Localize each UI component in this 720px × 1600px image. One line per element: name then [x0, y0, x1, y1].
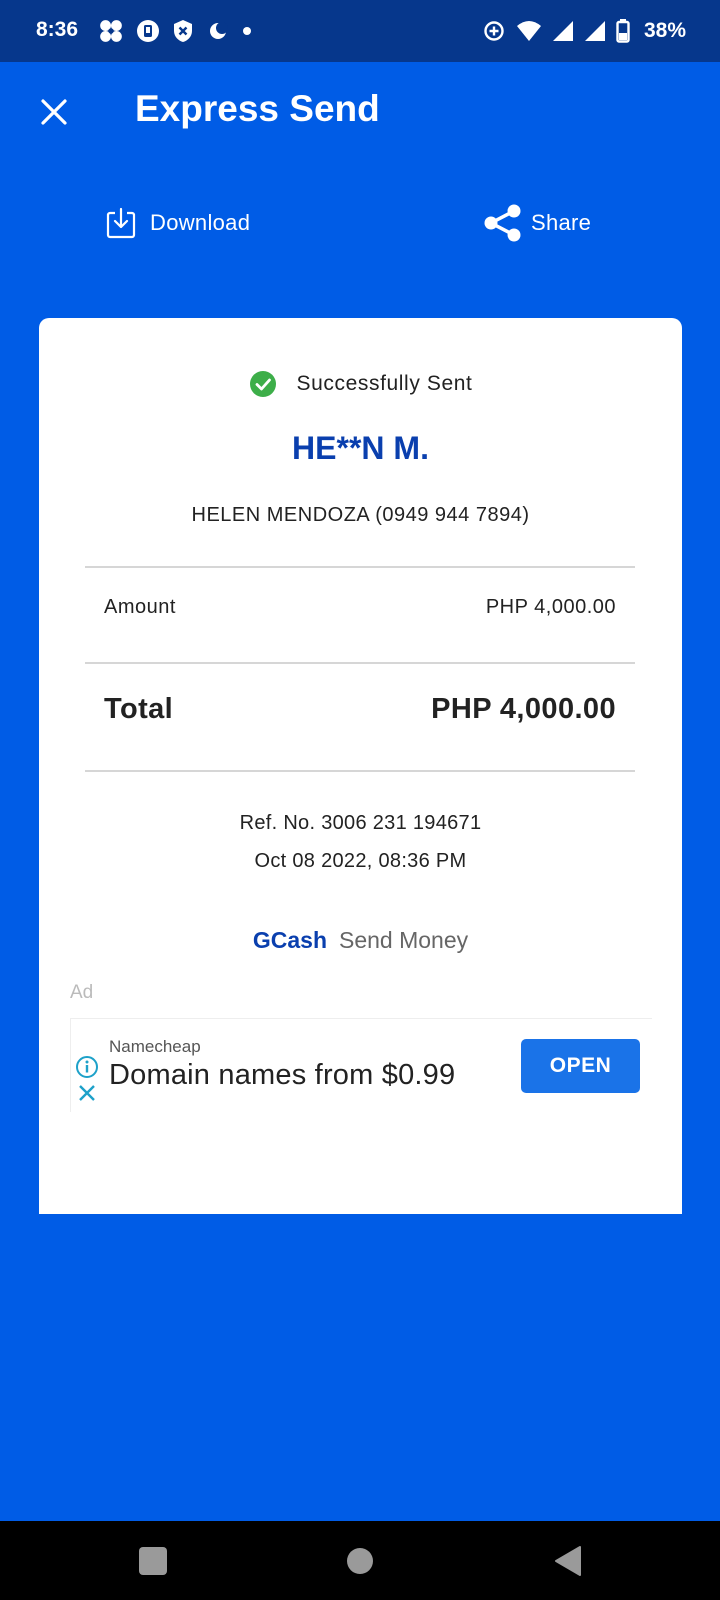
dot-icon — [243, 27, 251, 35]
battery-percent: 38% — [643, 19, 686, 42]
ad-label: Ad — [70, 982, 94, 1003]
back-icon — [555, 1545, 581, 1576]
receipt-actions: Download Share — [0, 198, 720, 248]
wifi-icon — [516, 21, 541, 41]
download-icon — [106, 207, 136, 239]
close-icon — [41, 99, 67, 125]
recents-icon — [139, 1546, 167, 1575]
info-icon[interactable] — [75, 1055, 99, 1079]
home-button[interactable] — [320, 1521, 400, 1600]
receipt-torn-edge — [39, 1198, 682, 1208]
receipt-card: Successfully Sent HE**N M. HELEN MENDOZA… — [39, 318, 682, 1214]
signal-icon — [552, 21, 573, 41]
check-circle-icon — [249, 371, 276, 397]
battery-icon — [616, 19, 630, 43]
fan-icon — [100, 20, 122, 42]
signal-2-icon — [584, 21, 605, 41]
divider — [85, 770, 635, 772]
notification-icons — [98, 18, 252, 44]
status-time: 8:36 — [36, 18, 79, 41]
service-brand: GCash Send Money — [39, 927, 682, 954]
recents-button[interactable] — [113, 1521, 193, 1600]
ad-close-icon[interactable] — [77, 1083, 97, 1103]
amount-label: Amount — [104, 596, 176, 618]
divider — [85, 566, 635, 568]
service-name: Send Money — [339, 927, 469, 953]
total-label: Total — [104, 693, 174, 725]
ad-open-button[interactable]: OPEN — [521, 1039, 640, 1093]
recipient-masked-name: HE**N M. — [292, 430, 429, 466]
home-icon — [347, 1547, 373, 1574]
shield-icon — [174, 20, 192, 42]
close-button[interactable] — [34, 92, 74, 132]
recipient-details: HELEN MENDOZA (0949 944 7894) — [191, 504, 530, 526]
navigation-bar — [0, 1521, 720, 1600]
divider — [85, 662, 635, 664]
ad-headline[interactable]: Domain names from $0.99 — [109, 1059, 455, 1092]
amount-value: PHP 4,000.00 — [485, 596, 616, 618]
moon-notification-icon — [210, 22, 228, 39]
app-notification-icon — [137, 20, 159, 42]
download-label: Download — [150, 210, 251, 235]
reference-number: Ref. No. 3006 231 194671 — [239, 812, 482, 834]
total-value: PHP 4,000.00 — [431, 693, 616, 725]
status-bar: 8:36 38% — [0, 0, 720, 62]
system-icons: 38% — [482, 18, 686, 44]
ad-advertiser: Namecheap — [109, 1037, 201, 1056]
data-saver-icon — [484, 21, 504, 41]
status-text: Successfully Sent — [296, 372, 473, 395]
share-label: Share — [531, 210, 592, 235]
amount-row: Amount PHP 4,000.00 — [104, 596, 616, 619]
success-status: Successfully Sent — [39, 370, 682, 398]
app-header: Express Send — [0, 62, 720, 162]
ad-banner[interactable]: Namecheap Domain names from $0.99 OPEN — [70, 1018, 652, 1112]
page-title: Express Send — [135, 88, 380, 129]
transaction-date: Oct 08 2022, 08:36 PM — [254, 850, 467, 872]
back-button[interactable] — [527, 1521, 607, 1600]
share-button[interactable]: Share — [483, 198, 591, 248]
download-button[interactable]: Download — [106, 198, 250, 248]
brand-name: GCash — [252, 927, 327, 953]
total-row: Total PHP 4,000.00 — [104, 693, 616, 726]
share-icon — [484, 204, 521, 242]
